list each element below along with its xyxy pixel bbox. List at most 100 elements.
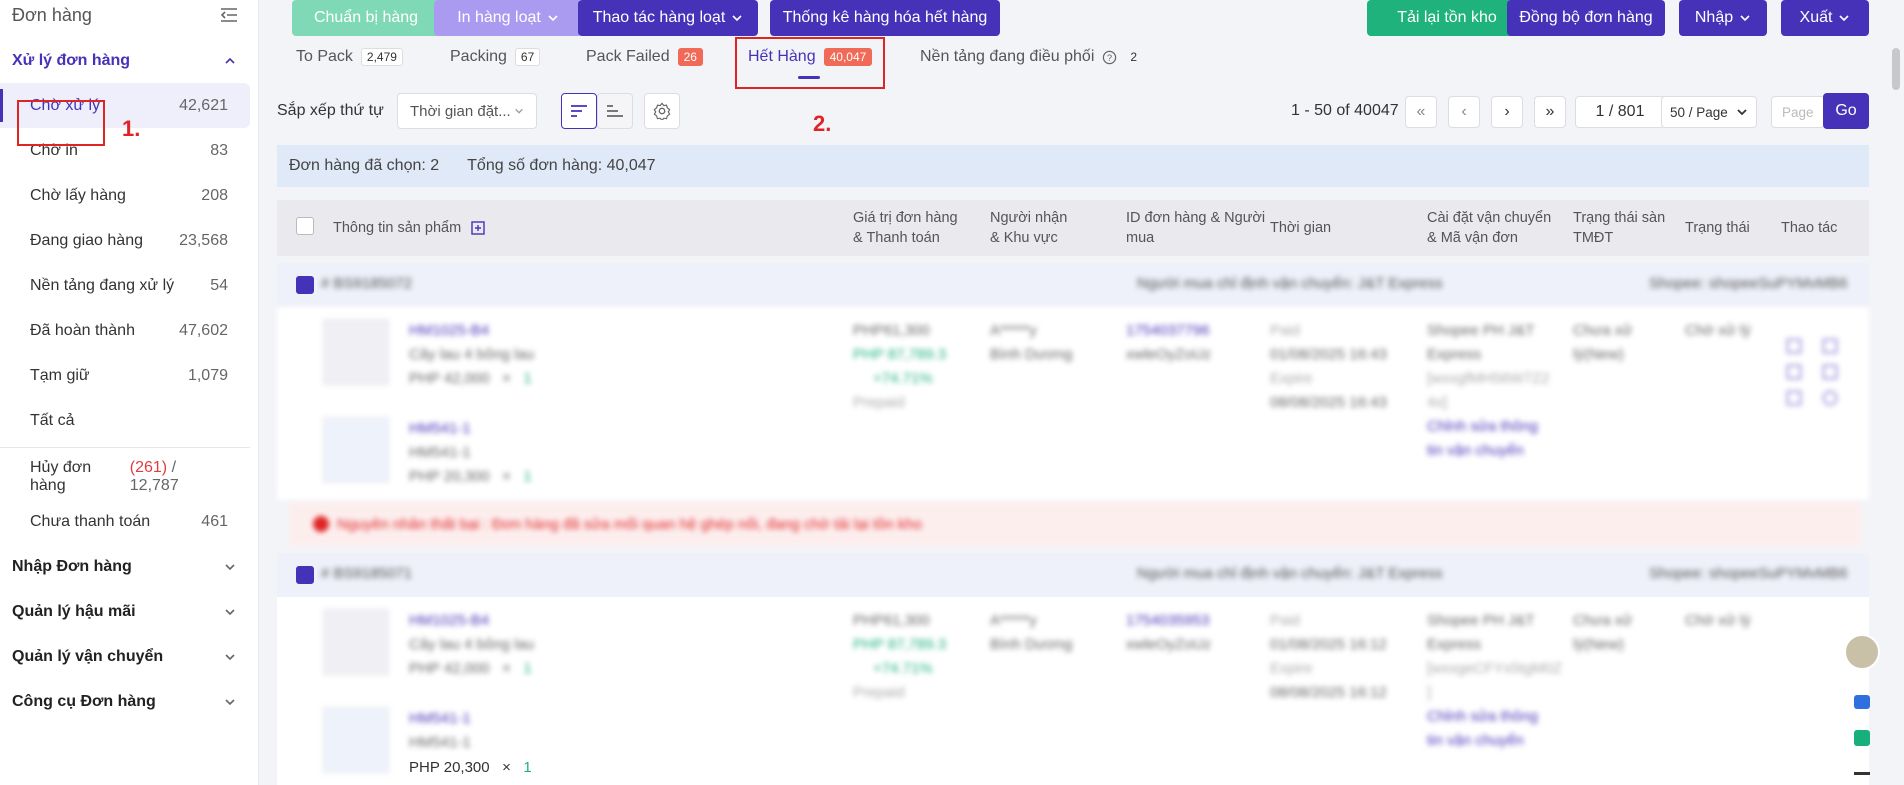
- import-button[interactable]: Nhập: [1679, 0, 1767, 36]
- order-id[interactable]: # BS9185072: [321, 275, 412, 292]
- page-jump-input[interactable]: Page: [1771, 96, 1825, 128]
- tab-pack-failed[interactable]: Pack Failed 26: [586, 46, 703, 68]
- message-icon[interactable]: [1854, 730, 1870, 746]
- sidebar-title: Đơn hàng: [12, 4, 92, 25]
- sidebar-section-order-tools[interactable]: Công cụ Đơn hàng: [0, 679, 258, 724]
- sidebar-item-unpaid[interactable]: Chưa thanh toán 461: [0, 499, 250, 544]
- collapse-sidebar-icon[interactable]: [220, 7, 238, 23]
- annotation-label-2: 2.: [813, 111, 832, 136]
- action-merge-icon[interactable]: [1823, 365, 1837, 379]
- sidebar-item-platform-processing[interactable]: Nền tảng đang xử lý 54: [0, 263, 250, 308]
- button-label: Thống kê hàng hóa hết hàng: [782, 9, 988, 26]
- sidebar-section-order-processing[interactable]: Xử lý đơn hàng: [0, 38, 258, 83]
- tab-packing[interactable]: Packing 67: [450, 46, 541, 68]
- sidebar-item-label: Tạm giữ: [30, 366, 90, 384]
- expire-time: 08/08/2025 16:43: [1270, 394, 1387, 411]
- product-sku[interactable]: HM1025-B4: [409, 609, 534, 633]
- expand-all-icon[interactable]: [471, 221, 485, 235]
- prepare-goods-button[interactable]: Chuẩn bị hàng: [292, 0, 440, 36]
- next-page-button[interactable]: ›: [1491, 96, 1523, 128]
- sidebar-header: Đơn hàng: [0, 0, 258, 30]
- bulk-print-button[interactable]: In hàng loạt: [434, 0, 582, 36]
- sidebar-item-on-hold[interactable]: Tạm giữ 1,079: [0, 353, 250, 398]
- time-label-paid: Paid: [1270, 612, 1301, 629]
- vertical-scrollbar[interactable]: [1892, 48, 1900, 90]
- sort-desc-button[interactable]: [561, 93, 597, 129]
- time-label-expire: Expire: [1270, 660, 1313, 677]
- product-sku[interactable]: HM1025-B4: [409, 319, 534, 343]
- order-checkbox[interactable]: [296, 566, 314, 584]
- product-price: PHP 42,000: [409, 370, 490, 387]
- qty-separator: ×: [502, 370, 511, 387]
- platform-order-id[interactable]: 1754035953: [1126, 609, 1211, 633]
- sort-select[interactable]: Thời gian đặt...: [397, 93, 537, 129]
- chevron-down-icon: [515, 108, 523, 114]
- chat-icon[interactable]: [1854, 695, 1870, 709]
- sidebar-item-count: 208: [201, 186, 228, 204]
- prev-page-button[interactable]: ‹: [1448, 96, 1480, 128]
- action-copy-icon[interactable]: [1787, 391, 1801, 405]
- sync-orders-button[interactable]: Đồng bộ đơn hàng: [1507, 0, 1665, 36]
- action-print-icon[interactable]: [1787, 339, 1801, 353]
- sidebar-section-after-sales[interactable]: Quản lý hậu mãi: [0, 589, 258, 634]
- sidebar-section-import-orders[interactable]: Nhập Đơn hàng: [0, 544, 258, 589]
- carrier-line1: Shopee PH J&T: [1427, 612, 1535, 629]
- page-size-value: 50 / Page: [1670, 104, 1728, 120]
- action-split-icon[interactable]: [1787, 365, 1801, 379]
- page-size-select[interactable]: 50 / Page: [1661, 96, 1757, 128]
- column-label-line2: & Khu vực: [990, 230, 1058, 246]
- sidebar-section-label: Công cụ Đơn hàng: [12, 692, 156, 710]
- order-id[interactable]: # BS9185071: [321, 565, 412, 582]
- sidebar-item-cancelled[interactable]: Hủy đơn hàng (261) / 12,787: [0, 454, 250, 499]
- order-status: Chờ xử lý: [1685, 612, 1751, 629]
- reload-stock-button[interactable]: Tải lại tồn kho: [1367, 0, 1527, 36]
- edit-shipping-link[interactable]: Chỉnh sửa thông: [1427, 705, 1562, 729]
- out-of-stock-stats-button[interactable]: Thống kê hàng hóa hết hàng: [770, 0, 1000, 36]
- receiver-name: A*****y: [990, 322, 1037, 339]
- export-button[interactable]: Xuất: [1781, 0, 1869, 36]
- sidebar-item-completed[interactable]: Đã hoàn thành 47,602: [0, 308, 250, 353]
- button-label: Tải lại tồn kho: [1397, 9, 1497, 26]
- sidebar-item-shipping[interactable]: Đang giao hàng 23,568: [0, 218, 250, 263]
- settings-button[interactable]: [644, 93, 680, 129]
- order-checkbox[interactable]: [296, 276, 314, 294]
- product-sku[interactable]: HM541-1: [409, 707, 471, 731]
- tracking-line2: 4x]: [1427, 394, 1448, 411]
- support-avatar[interactable]: [1844, 634, 1880, 670]
- product-sku[interactable]: HM541-1: [409, 417, 532, 441]
- platform-order-id[interactable]: 1754037796: [1126, 319, 1211, 343]
- row-actions: [1787, 339, 1847, 405]
- sort-asc-icon: [607, 105, 623, 117]
- action-refresh-icon[interactable]: [1823, 391, 1837, 405]
- last-page-button[interactable]: »: [1534, 96, 1566, 128]
- sidebar-section-shipping-management[interactable]: Quản lý vận chuyển: [0, 634, 258, 679]
- selection-summary-bar: Đơn hàng đã chọn: 2 Tổng số đơn hàng: 40…: [277, 145, 1869, 187]
- sort-asc-button[interactable]: [597, 93, 633, 129]
- tab-label: Packing: [450, 48, 507, 65]
- select-all-checkbox[interactable]: [296, 217, 314, 235]
- failure-reason-text: Nguyên nhân thất bại : Đơn hàng đã sửa m…: [337, 515, 923, 533]
- tab-platform-dispatching[interactable]: Nền tảng đang điều phối? 2: [920, 46, 1142, 68]
- edit-shipping-link-line2[interactable]: tin vận chuyển: [1427, 439, 1550, 463]
- cancel-total-count: 12,787: [129, 476, 179, 494]
- tab-label: To Pack: [296, 48, 353, 65]
- order-status: Chờ xử lý: [1685, 322, 1751, 339]
- go-button[interactable]: Go: [1823, 93, 1869, 129]
- button-label: In hàng loạt: [457, 9, 541, 26]
- edit-shipping-link-line2[interactable]: tin vận chuyển: [1427, 729, 1562, 753]
- col-time: Thời gian: [1270, 218, 1331, 238]
- help-icon[interactable]: ?: [1102, 50, 1117, 65]
- first-page-button[interactable]: «: [1405, 96, 1437, 128]
- edit-shipping-link[interactable]: Chỉnh sửa thông: [1427, 415, 1550, 439]
- action-edit-icon[interactable]: [1823, 339, 1837, 353]
- platform-status-line1: Chưa xử: [1573, 322, 1633, 339]
- product-info: HM1025-B4 Cây lau 4 bông lau PHP 42,000 …: [409, 319, 534, 391]
- bulk-action-button[interactable]: Thao tác hàng loạt: [578, 0, 758, 36]
- error-icon: [313, 516, 329, 532]
- tab-to-pack[interactable]: To Pack 2,479: [296, 46, 403, 68]
- back-to-top-icon[interactable]: [1854, 772, 1870, 775]
- carrier-line2: Express: [1427, 636, 1482, 653]
- order-row-header: # BS9185072 Người mua chỉ định vận chuyể…: [277, 263, 1869, 307]
- sidebar-item-awaiting-pickup[interactable]: Chờ lấy hàng 208: [0, 173, 250, 218]
- sidebar-item-all[interactable]: Tất cả: [0, 398, 250, 443]
